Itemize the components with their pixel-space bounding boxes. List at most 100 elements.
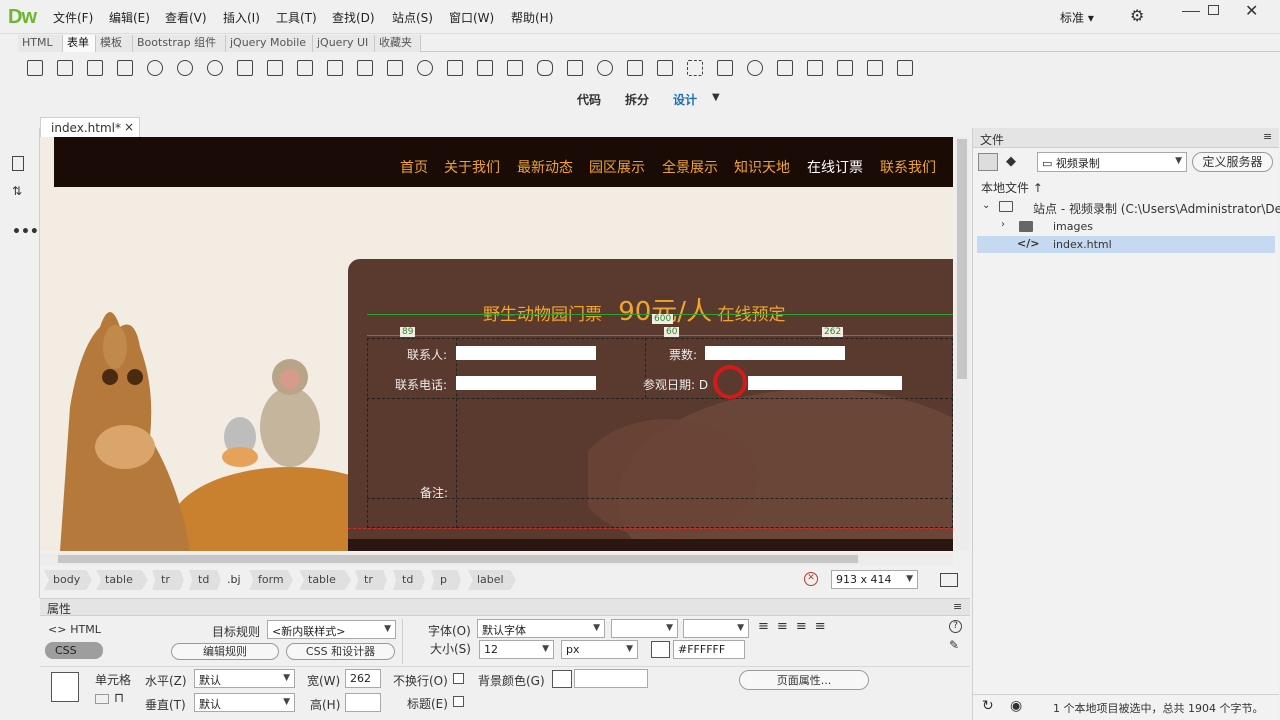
font-weight-select[interactable]: ▼ — [683, 619, 749, 638]
width-input[interactable]: 262 — [345, 669, 381, 688]
phone-input[interactable] — [456, 376, 596, 390]
tickets-input[interactable] — [705, 346, 845, 360]
design-view-button[interactable]: 设计 — [673, 91, 697, 108]
col1-width-label[interactable]: 89 — [400, 327, 416, 337]
color-swatch[interactable] — [651, 641, 670, 658]
nav-news[interactable]: 最新动态 — [517, 157, 573, 177]
maximize-icon[interactable] — [1208, 5, 1219, 15]
horizontal-scrollbar[interactable] — [40, 553, 953, 565]
more-icon[interactable]: ••• — [12, 224, 39, 240]
collapse-icon[interactable]: ⌄ — [982, 200, 990, 211]
menu-help[interactable]: 帮助(H) — [511, 9, 553, 26]
css-mode-button[interactable]: CSS — [45, 642, 103, 659]
css-designer-button[interactable]: CSS 和设计器 — [286, 643, 395, 660]
site-select[interactable]: ▭ 视频录制 ▼ — [1037, 152, 1187, 172]
crumb-body[interactable]: body — [44, 570, 92, 590]
crumb-td[interactable]: td — [189, 570, 221, 590]
label-icon[interactable] — [897, 60, 913, 76]
panel-menu-icon[interactable]: ≡ — [1263, 130, 1272, 143]
date-icon[interactable] — [387, 60, 403, 76]
merge-cells-icon[interactable] — [95, 694, 109, 704]
nav-booking[interactable]: 在线订票 — [807, 157, 863, 177]
html-mode-button[interactable]: <> HTML — [48, 622, 101, 636]
panel-menu-icon[interactable]: ≡ — [953, 600, 962, 613]
crumb-table[interactable]: table — [96, 570, 148, 590]
images-folder[interactable]: images — [1053, 220, 1093, 233]
menu-window[interactable]: 窗口(W) — [449, 9, 494, 26]
minimize-icon[interactable] — [1182, 11, 1200, 12]
split-cells-icon[interactable]: ⊓ — [114, 691, 124, 706]
workspace-switcher[interactable]: 标准 ▾ — [1060, 9, 1094, 26]
local-files-header[interactable]: 本地文件 ↑ — [981, 179, 1043, 196]
split-view-button[interactable]: 拆分 — [625, 91, 649, 108]
connect-icon[interactable] — [978, 153, 998, 171]
document-tab[interactable]: index.html* × — [40, 117, 140, 137]
menu-edit[interactable]: 编辑(E) — [109, 9, 150, 26]
checkbox-icon[interactable] — [807, 60, 823, 76]
nowrap-checkbox[interactable] — [453, 673, 464, 684]
view-dropdown-icon[interactable]: ▼ — [712, 92, 720, 103]
font-select[interactable]: 默认字体 ▼ — [477, 619, 605, 638]
crumb-tr-2[interactable]: tr — [355, 570, 387, 590]
close-window-icon[interactable]: ✕ — [1245, 1, 1258, 20]
menu-view[interactable]: 查看(V) — [165, 9, 207, 26]
nav-home[interactable]: 首页 — [400, 157, 428, 177]
edit-rule-button[interactable]: 编辑规则 — [171, 643, 279, 660]
font-style-select[interactable]: ▼ — [611, 619, 678, 638]
number-icon[interactable] — [237, 60, 253, 76]
form-icon[interactable] — [27, 60, 43, 76]
globe-icon[interactable]: ◉ — [1010, 698, 1022, 714]
select-icon[interactable] — [717, 60, 733, 76]
vert-select[interactable]: 默认 ▼ — [194, 693, 295, 712]
hidden-icon[interactable] — [687, 60, 703, 76]
quick-edit-icon[interactable]: ✎ — [949, 638, 959, 652]
live-preview-icon[interactable] — [940, 573, 958, 587]
target-rule-select[interactable]: <新内联样式> ▼ — [267, 620, 396, 639]
define-server-button[interactable]: 定义服务器 — [1192, 152, 1273, 172]
page-properties-button[interactable]: 页面属性... — [739, 670, 869, 690]
tab-html[interactable]: HTML — [18, 35, 63, 52]
window-size-select[interactable]: 913 x 414 ▼ — [831, 570, 918, 589]
radio-icon[interactable] — [747, 60, 763, 76]
align-right-icon[interactable]: ≡ — [796, 619, 815, 634]
col4-width-label[interactable]: 262 — [822, 327, 844, 337]
font-unit-select[interactable]: px ▼ — [561, 640, 638, 659]
crumb-bj[interactable]: .bj — [227, 573, 241, 586]
close-tab-icon[interactable]: × — [124, 120, 134, 134]
site-root[interactable]: 站点 - 视频录制 (C:\Users\Administrator\Deskt.… — [1033, 200, 1280, 217]
month-icon[interactable] — [327, 60, 343, 76]
button-icon[interactable] — [537, 60, 553, 76]
color-input[interactable]: #FFFFFF — [673, 640, 745, 659]
col3-width-label[interactable]: 60 — [664, 327, 680, 337]
align-left-icon[interactable]: ≡ — [758, 619, 777, 634]
horizontal-scroll-thumb[interactable] — [58, 555, 858, 563]
height-input[interactable] — [345, 693, 381, 712]
align-center-icon[interactable]: ≡ — [777, 619, 796, 634]
crumb-tr[interactable]: tr — [152, 570, 184, 590]
submit-icon[interactable] — [567, 60, 583, 76]
error-icon[interactable]: ✕ — [804, 572, 818, 586]
form-table[interactable] — [367, 338, 953, 528]
menu-tools[interactable]: 工具(T) — [276, 9, 317, 26]
code-view-button[interactable]: 代码 — [577, 91, 601, 108]
refresh-icon[interactable]: ↻ — [982, 698, 994, 714]
password-icon[interactable] — [117, 60, 133, 76]
vertical-scrollbar[interactable] — [955, 137, 969, 551]
crumb-form[interactable]: form — [249, 570, 293, 590]
expand-icon[interactable]: › — [1001, 219, 1005, 230]
range-icon[interactable] — [267, 60, 283, 76]
nav-park[interactable]: 园区展示 — [589, 157, 645, 177]
font-size-select[interactable]: 12 ▼ — [479, 640, 554, 659]
table-width-label[interactable]: 600 — [652, 314, 674, 324]
design-view[interactable]: 首页 关于我们 最新动态 园区展示 全景展示 知识天地 在线订票 联系我们 野生… — [40, 137, 953, 551]
date-input[interactable] — [748, 376, 902, 390]
email-icon[interactable] — [87, 60, 103, 76]
help-icon[interactable]: ? — [949, 620, 962, 633]
menu-find[interactable]: 查找(D) — [332, 9, 375, 26]
nav-contact[interactable]: 联系我们 — [880, 157, 936, 177]
sync-settings-icon[interactable]: ⚙ — [1130, 6, 1144, 25]
tab-bootstrap[interactable]: Bootstrap 组件 — [133, 35, 226, 52]
url-icon[interactable] — [147, 60, 163, 76]
files-panel-title[interactable]: 文件 — [980, 131, 1004, 148]
crumb-p[interactable]: p — [431, 570, 461, 590]
